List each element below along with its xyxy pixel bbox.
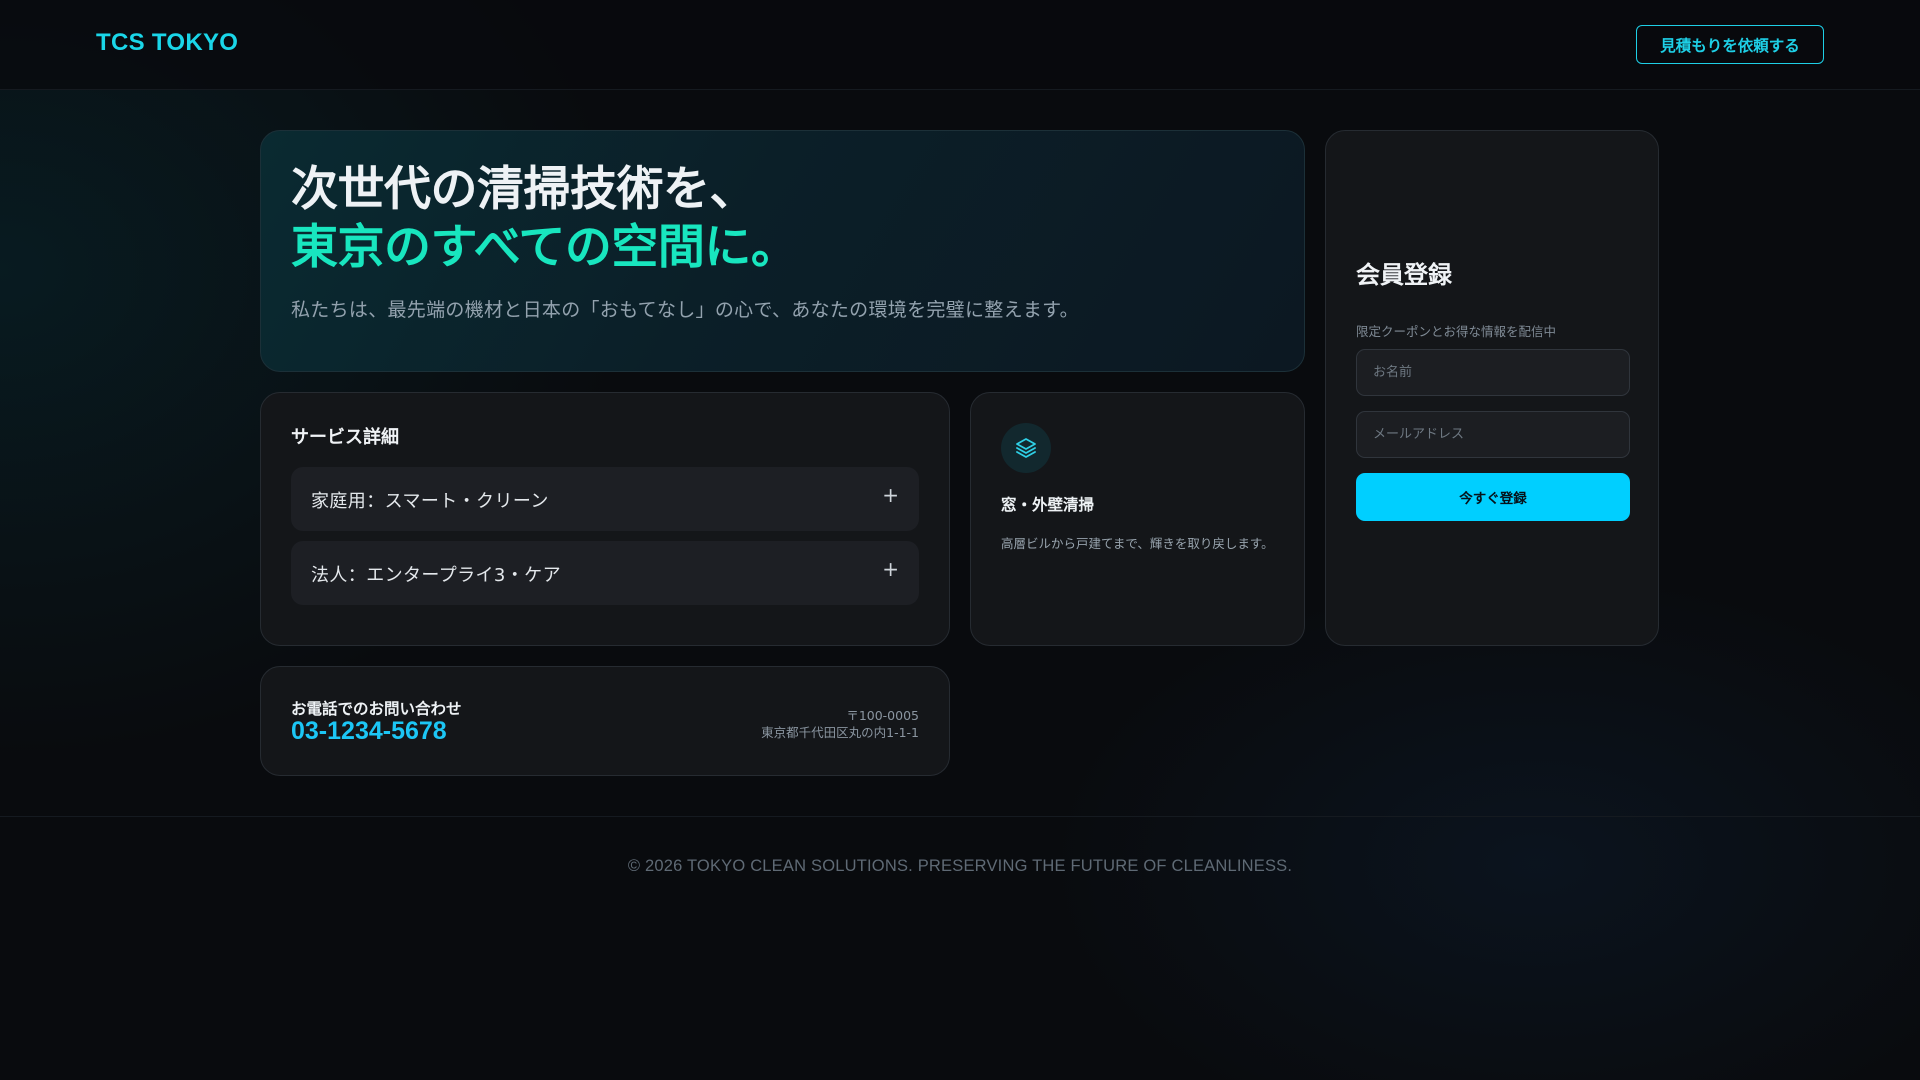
- contact-card: お電話でのお問い合わせ 03-1234-5678 〒100-0005 東京都千代…: [260, 666, 950, 776]
- site-footer: © 2026 TOKYO CLEAN SOLUTIONS. PRESERVING…: [0, 816, 1920, 916]
- layers-icon: [1001, 423, 1051, 473]
- signup-title: 会員登録: [1356, 261, 1452, 289]
- footer-copyright: © 2026 TOKYO CLEAN SOLUTIONS. PRESERVING…: [627, 857, 1293, 875]
- contact-address: 東京都千代田区丸の内1-1-1: [761, 725, 919, 740]
- feature-description: 高層ビルから戸建てまで、輝きを取り戻します。: [1001, 536, 1274, 551]
- site-header: TCS TOKYO 見積もりを依頼する: [0, 0, 1920, 90]
- name-input[interactable]: [1356, 349, 1630, 396]
- accordion-item-home[interactable]: 家庭用：スマート・クリーン +: [291, 467, 919, 531]
- hero-title: 次世代の清掃技術を、 東京のすべての空間に。: [291, 161, 798, 277]
- contact-phone-number[interactable]: 03-1234-5678: [291, 717, 447, 746]
- email-input[interactable]: [1356, 411, 1630, 458]
- contact-label: お電話でのお問い合わせ: [291, 700, 462, 718]
- signup-note: 限定クーポンとお得な情報を配信中: [1356, 324, 1557, 339]
- hero-title-line1: 次世代の清掃技術を、: [291, 162, 757, 217]
- plus-icon[interactable]: +: [882, 483, 899, 507]
- services-card: サービス詳細 家庭用：スマート・クリーン + 法人：エンタープライ3・ケア +: [260, 392, 950, 646]
- register-button[interactable]: 今すぐ登録: [1356, 473, 1630, 521]
- accordion-item-enterprise[interactable]: 法人：エンタープライ3・ケア +: [291, 541, 919, 605]
- feature-title: 窓・外壁清掃: [1001, 496, 1095, 514]
- hero-subtitle: 私たちは、最先端の機材と日本の「おもてなし」の心で、あなたの環境を完璧に整えます…: [291, 299, 1079, 321]
- signup-card: 会員登録 限定クーポンとお得な情報を配信中 今すぐ登録: [1325, 130, 1659, 646]
- hero-card: 次世代の清掃技術を、 東京のすべての空間に。 私たちは、最先端の機材と日本の「お…: [260, 130, 1305, 372]
- request-quote-button[interactable]: 見積もりを依頼する: [1636, 25, 1824, 64]
- hero-title-line2: 東京のすべての空間に。: [291, 220, 798, 275]
- site-logo[interactable]: TCS TOKYO: [96, 29, 238, 57]
- accordion-item-label: 法人：エンタープライ3・ケア: [311, 565, 561, 586]
- accordion-item-label: 家庭用：スマート・クリーン: [311, 491, 549, 512]
- plus-icon[interactable]: +: [882, 557, 899, 581]
- services-heading: サービス詳細: [291, 427, 399, 448]
- feature-card-window-cleaning: 窓・外壁清掃 高層ビルから戸建てまで、輝きを取り戻します。: [970, 392, 1305, 646]
